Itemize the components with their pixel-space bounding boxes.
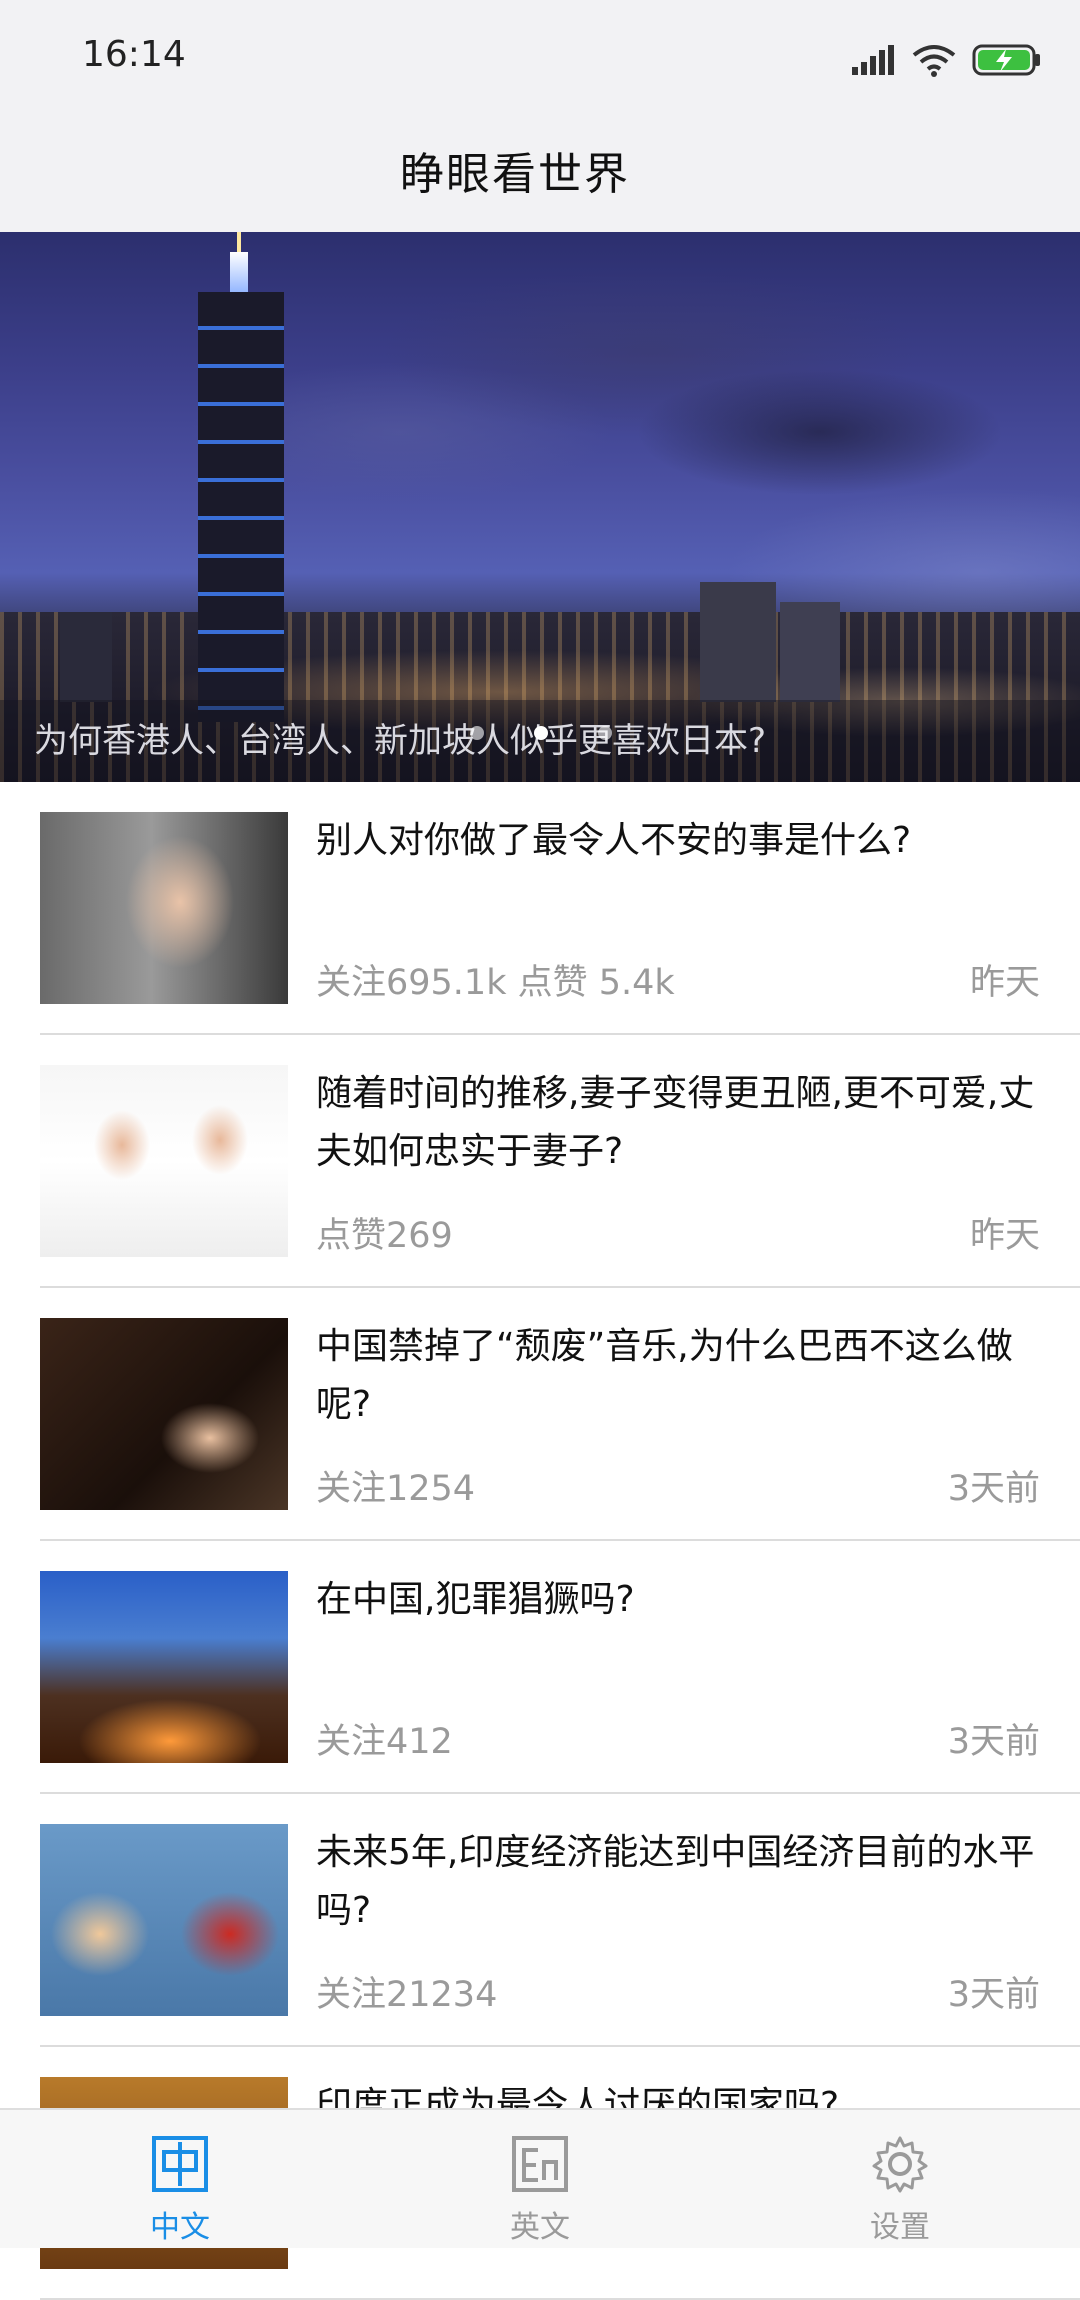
news-title: 在中国,犯罪猖獗吗? xyxy=(316,1571,1046,1629)
tab-settings[interactable]: 设置 xyxy=(800,2120,1000,2246)
tab-label: 英文 xyxy=(440,2202,640,2246)
news-title: 未来5年,印度经济能达到中国经济目前的水平吗? xyxy=(316,1824,1046,1940)
tab-chinese[interactable]: 中文 xyxy=(80,2120,280,2246)
banner-sky xyxy=(0,232,1080,652)
pagination-dot-active[interactable] xyxy=(534,726,548,740)
news-item[interactable]: 随着时间的推移,妻子变得更丑陋,更不可爱,丈夫如何忠实于妻子? 点赞269 昨天 xyxy=(40,1035,1080,1288)
building xyxy=(780,602,840,702)
tab-label: 设置 xyxy=(800,2202,1000,2246)
news-meta: 关注695.1k 点赞 5.4k xyxy=(316,954,675,1005)
english-tab-icon xyxy=(510,2134,570,2194)
wifi-icon xyxy=(912,43,956,77)
tower-top xyxy=(230,252,248,296)
building xyxy=(60,612,112,702)
news-title: 别人对你做了最令人不安的事是什么? xyxy=(316,812,1046,870)
tab-english[interactable]: 英文 xyxy=(440,2120,640,2246)
news-item[interactable]: 在中国,犯罪猖獗吗? 关注412 3天前 xyxy=(40,1541,1080,1794)
news-item[interactable]: 未来5年,印度经济能达到中国经济目前的水平吗? 关注21234 3天前 xyxy=(40,1794,1080,2047)
news-time: 3天前 xyxy=(948,1966,1040,2017)
title-bar: 睁眼看世界 xyxy=(0,118,1080,232)
taipei-101-tower xyxy=(198,292,284,722)
status-time: 16:14 xyxy=(82,34,186,75)
status-bar: 16:14 xyxy=(0,0,1080,118)
page-title: 睁眼看世界 xyxy=(0,138,1030,202)
building xyxy=(700,582,776,702)
banner-pagination xyxy=(470,726,612,740)
banner-carousel[interactable]: 为何香港人、台湾人、新加坡人似乎更喜欢日本? xyxy=(0,232,1080,782)
news-thumbnail xyxy=(40,1571,288,1763)
news-item[interactable]: 别人对你做了最令人不安的事是什么? 关注695.1k 点赞 5.4k 昨天 xyxy=(40,782,1080,1035)
signal-icon xyxy=(852,45,896,75)
gear-icon xyxy=(870,2134,930,2194)
news-list: 别人对你做了最令人不安的事是什么? 关注695.1k 点赞 5.4k 昨天 随着… xyxy=(0,782,1080,2300)
news-thumbnail xyxy=(40,1065,288,1257)
news-title: 随着时间的推移,妻子变得更丑陋,更不可爱,丈夫如何忠实于妻子? xyxy=(316,1065,1046,1181)
news-item[interactable]: 中国禁掉了“颓废”音乐,为什么巴西不这么做呢? 关注1254 3天前 xyxy=(40,1288,1080,1541)
news-time: 昨天 xyxy=(970,1207,1040,1258)
battery-charging-icon xyxy=(972,43,1042,77)
pagination-dot[interactable] xyxy=(598,726,612,740)
pagination-dot[interactable] xyxy=(470,726,484,740)
news-title: 中国禁掉了“颓废”音乐,为什么巴西不这么做呢? xyxy=(316,1318,1046,1434)
news-meta: 关注21234 xyxy=(316,1966,497,2017)
news-time: 昨天 xyxy=(970,954,1040,1005)
news-meta: 点赞269 xyxy=(316,1207,453,1258)
news-time: 3天前 xyxy=(948,1460,1040,1511)
news-thumbnail xyxy=(40,1318,288,1510)
tab-label: 中文 xyxy=(80,2202,280,2246)
news-thumbnail xyxy=(40,1824,288,2016)
bottom-nav: 中文 英文 设置 xyxy=(0,2108,1080,2248)
tower-spire xyxy=(237,232,241,254)
banner-caption[interactable]: 为何香港人、台湾人、新加坡人似乎更喜欢日本? xyxy=(34,713,766,762)
news-time: 3天前 xyxy=(948,1713,1040,1764)
news-meta: 关注412 xyxy=(316,1713,453,1764)
chinese-tab-icon xyxy=(150,2134,210,2194)
news-thumbnail xyxy=(40,812,288,1004)
status-icons xyxy=(852,40,1042,80)
news-meta: 关注1254 xyxy=(316,1460,475,1511)
